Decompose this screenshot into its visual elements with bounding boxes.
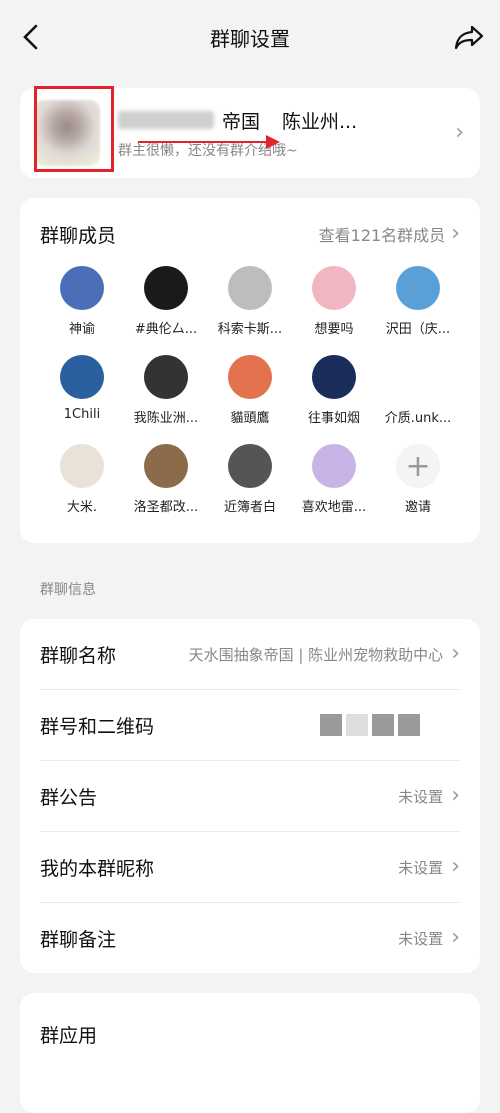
group-name: 帝国 陈业州...: [118, 107, 455, 134]
chevron-right-icon: ›: [451, 221, 460, 246]
info-row-label: 群聊名称: [40, 644, 117, 667]
group-name-part2: 陈业州...: [282, 110, 358, 133]
group-name-part1: 帝国: [222, 110, 261, 133]
chevron-right-icon: ›: [451, 925, 460, 950]
member-item[interactable]: 洛圣都改...: [124, 444, 208, 533]
member-name: 我陈业洲...: [133, 411, 199, 426]
member-avatar: [396, 355, 440, 399]
member-name: 洛圣都改...: [133, 500, 199, 515]
chevron-right-icon: ›: [451, 641, 460, 666]
member-name: 邀请: [404, 500, 431, 515]
info-row[interactable]: 我的本群昵称 未设置 ›: [40, 832, 460, 903]
member-item[interactable]: 科索卡斯...: [208, 266, 292, 355]
member-avatar: [312, 355, 356, 399]
member-name: 想要吗: [314, 322, 354, 337]
member-item[interactable]: 大米.: [40, 444, 124, 533]
member-name: 往事如烟: [307, 411, 360, 426]
member-avatar: [312, 266, 356, 310]
member-name: 科索卡斯...: [217, 322, 283, 337]
view-all-members-link[interactable]: 查看121名群成员 ›: [319, 222, 460, 246]
member-name: 神谕: [68, 322, 95, 337]
member-name: 貓頭鷹: [230, 411, 270, 426]
member-avatar: [396, 266, 440, 310]
info-row-label: 群公告: [40, 786, 98, 809]
info-row-label: 我的本群昵称: [40, 857, 155, 880]
page-title: 群聊设置: [210, 26, 290, 51]
share-icon: [454, 25, 484, 50]
annotation-highlight-box: [34, 86, 114, 172]
redacted-block: [118, 111, 214, 129]
annotation-arrow-line: [138, 140, 268, 143]
member-avatar: [144, 266, 188, 310]
annotation-arrow-head: [266, 134, 280, 149]
member-item[interactable]: #典伦厶...: [124, 266, 208, 355]
member-avatar: [60, 444, 104, 488]
redacted-group-number: [320, 714, 420, 736]
member-item[interactable]: 往事如烟: [292, 355, 376, 444]
info-row[interactable]: 群公告 未设置 ›: [40, 761, 460, 832]
members-card: 群聊成员 查看121名群成员 › 神谕 #典伦厶... 科索卡斯... 想要吗 沢田（庆…: [20, 198, 480, 543]
info-row-label: 群号和二维码: [40, 715, 155, 738]
member-avatar: [144, 444, 188, 488]
info-card: 群聊名称 天水围抽象帝国 | 陈业州宠物救助中心 › 群号和二维码 群公告 未设置 › 我的本…: [20, 619, 480, 973]
group-profile-card[interactable]: 帝国 陈业州... 群主很懒，还没有群介绍哦~ ›: [20, 86, 480, 178]
member-item[interactable]: 喜欢地雷...: [292, 444, 376, 533]
member-name: 喜欢地雷...: [301, 500, 367, 515]
info-row[interactable]: 群聊备注 未设置 ›: [40, 903, 460, 973]
info-row-value: 天水围抽象帝国 | 陈业州宠物救助中心: [188, 645, 444, 664]
apps-title: 群应用: [40, 1025, 98, 1047]
member-name: 1Chili: [63, 407, 101, 422]
member-name: 介质.unk...: [384, 411, 452, 426]
member-name: 沢田（庆...: [385, 322, 451, 337]
member-avatar: [312, 444, 356, 488]
member-item[interactable]: 沢田（庆...: [376, 266, 460, 355]
info-row-value: 未设置: [398, 858, 444, 877]
member-item[interactable]: 貓頭鷹: [208, 355, 292, 444]
info-row-value: 未设置: [398, 787, 444, 806]
info-row[interactable]: 群号和二维码: [40, 690, 460, 761]
back-button[interactable]: [16, 22, 46, 52]
member-avatar: [228, 266, 272, 310]
member-item[interactable]: 神谕: [40, 266, 124, 355]
member-avatar: [228, 444, 272, 488]
members-title: 群聊成员: [40, 224, 117, 247]
chevron-right-icon: ›: [455, 120, 464, 145]
member-item[interactable]: 我陈业洲...: [124, 355, 208, 444]
member-item[interactable]: 近簿者白: [208, 444, 292, 533]
info-row[interactable]: 群聊名称 天水围抽象帝国 | 陈业州宠物救助中心 ›: [40, 619, 460, 690]
navbar: 群聊设置: [0, 0, 500, 74]
chevron-left-icon: [23, 24, 38, 50]
chevron-right-icon: ›: [451, 854, 460, 879]
invite-plus-icon: +: [396, 444, 440, 488]
share-button[interactable]: [454, 22, 484, 52]
member-item[interactable]: 介质.unk...: [376, 355, 460, 444]
info-row-value: 未设置: [398, 929, 444, 948]
member-avatar: [228, 355, 272, 399]
member-item[interactable]: 1Chili: [40, 355, 124, 444]
member-item[interactable]: 想要吗: [292, 266, 376, 355]
member-avatar: [60, 266, 104, 310]
chevron-right-icon: ›: [451, 783, 460, 808]
member-item[interactable]: + 邀请: [376, 444, 460, 533]
member-avatar: [144, 355, 188, 399]
member-avatar: [60, 355, 104, 399]
apps-card[interactable]: 群应用: [20, 993, 480, 1113]
group-intro: 群主很懒，还没有群介绍哦~: [118, 142, 298, 159]
info-row-label: 群聊备注: [40, 928, 117, 951]
section-label-info: 群聊信息: [40, 582, 96, 598]
member-name: #典伦厶...: [134, 322, 198, 337]
member-name: 大米.: [66, 500, 98, 515]
member-name: 近簿者白: [223, 500, 276, 515]
